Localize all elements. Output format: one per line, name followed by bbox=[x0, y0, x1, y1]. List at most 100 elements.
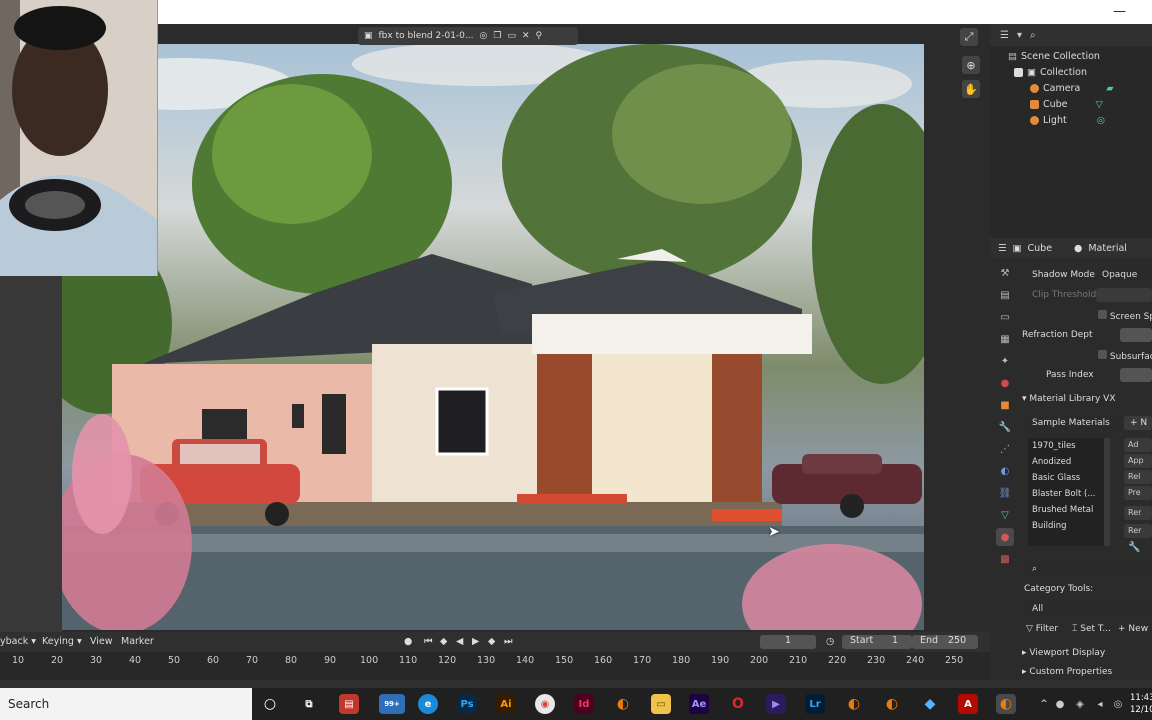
list-item[interactable]: Brushed Metal bbox=[1028, 502, 1104, 518]
acrobat-icon[interactable]: A bbox=[958, 694, 978, 714]
jump-start-icon[interactable]: ⏮ bbox=[424, 636, 433, 647]
filter-button[interactable]: ▽ Filter bbox=[1026, 624, 1058, 634]
pin-icon[interactable]: ⚲ bbox=[536, 31, 543, 41]
list-item[interactable]: Anodized bbox=[1028, 454, 1104, 470]
list-item[interactable]: Building bbox=[1028, 518, 1104, 534]
clock-icon[interactable]: ◷ bbox=[826, 636, 834, 647]
viewport-display-section[interactable]: ▸ Viewport Display bbox=[1022, 648, 1105, 658]
tool-tab-icon[interactable]: ⚒ bbox=[996, 264, 1014, 282]
play-icon[interactable]: ▶ bbox=[472, 636, 479, 647]
tab-material[interactable]: Material bbox=[1088, 243, 1127, 254]
checkbox-icon[interactable] bbox=[1098, 310, 1107, 319]
chrome-icon[interactable]: ◉ bbox=[535, 694, 555, 714]
modifier-tab-icon[interactable]: 🔧 bbox=[996, 418, 1014, 436]
network-icon[interactable]: ◎ bbox=[1108, 694, 1128, 714]
outliner-item-camera[interactable]: Camera ▰ bbox=[1030, 80, 1114, 96]
file-explorer-icon[interactable]: ▭ bbox=[651, 694, 671, 714]
duplicate-icon[interactable]: ❐ bbox=[493, 31, 501, 41]
clip-threshold-field[interactable] bbox=[1096, 288, 1152, 302]
object-tab-icon[interactable]: ■ bbox=[996, 396, 1014, 414]
subsurface-option[interactable]: Subsurface bbox=[1098, 350, 1152, 362]
shield-icon[interactable]: ◎ bbox=[480, 31, 488, 41]
texture-tab-icon[interactable]: ▩ bbox=[996, 550, 1014, 568]
minimize-icon[interactable]: — bbox=[1113, 4, 1126, 19]
view-layer-tab-icon[interactable]: ▦ bbox=[996, 330, 1014, 348]
apply-material-button[interactable]: App bbox=[1124, 454, 1152, 468]
blender-icon[interactable]: ◐ bbox=[882, 694, 902, 714]
start-frame-field[interactable]: Start 1 bbox=[842, 635, 912, 649]
list-item[interactable]: 1970_tiles bbox=[1028, 438, 1104, 454]
illustrator-icon[interactable]: Ai bbox=[496, 694, 516, 714]
shadow-mode-select[interactable]: Opaque bbox=[1096, 268, 1152, 282]
system-clock[interactable]: 11:43 12/10 bbox=[1130, 688, 1152, 720]
tray-app-icon[interactable]: ● bbox=[1050, 694, 1070, 714]
search-icon[interactable]: ⌕ bbox=[1030, 30, 1036, 41]
blender-icon[interactable]: ◐ bbox=[844, 694, 864, 714]
blender-active-icon[interactable]: ◐ bbox=[996, 694, 1016, 714]
list-scrollbar[interactable] bbox=[1104, 438, 1110, 546]
list-item[interactable]: Blaster Bolt (... bbox=[1028, 486, 1104, 502]
outliner-item-collection[interactable]: ▣ Collection bbox=[1014, 64, 1087, 80]
prev-keyframe-icon[interactable]: ◆ bbox=[440, 636, 447, 647]
set-tag-button[interactable]: ⌶ Set T... bbox=[1072, 624, 1111, 634]
data-tab-icon[interactable]: ▽ bbox=[996, 506, 1014, 524]
output-tab-icon[interactable]: ▭ bbox=[996, 308, 1014, 326]
edge-icon[interactable]: e bbox=[418, 694, 438, 714]
outliner-item-cube[interactable]: Cube ▽ bbox=[1030, 96, 1103, 112]
playback-menu[interactable]: yback ▾ bbox=[0, 636, 36, 647]
render-viewport[interactable]: ▣ fbx to blend 2-01-0... ◎ ❐ ▭ ✕ ⚲ ⤢ ⊕ ✋ bbox=[62, 24, 990, 632]
marker-menu[interactable]: Marker bbox=[121, 636, 154, 647]
add-library-button[interactable]: + N bbox=[1124, 416, 1152, 430]
end-frame-field[interactable]: End 250 bbox=[912, 635, 978, 649]
new-button[interactable]: + New bbox=[1118, 624, 1148, 634]
physics-tab-icon[interactable]: ◐ bbox=[996, 462, 1014, 480]
pass-index-field[interactable] bbox=[1120, 368, 1152, 382]
image-icon[interactable]: ▣ bbox=[364, 31, 373, 41]
filter-icon[interactable]: ▾ bbox=[1017, 30, 1022, 41]
current-frame-field[interactable]: 1 bbox=[760, 635, 816, 649]
after-effects-icon[interactable]: Ae bbox=[689, 694, 709, 714]
task-view-icon[interactable]: ⧉ bbox=[299, 694, 319, 714]
category-select[interactable]: All bbox=[1026, 602, 1152, 616]
render-tab-icon[interactable]: ▤ bbox=[996, 286, 1014, 304]
folder-icon[interactable]: ▭ bbox=[507, 31, 516, 41]
blender-icon[interactable]: ◐ bbox=[613, 694, 633, 714]
close-icon[interactable]: ✕ bbox=[522, 31, 530, 41]
zoom-icon[interactable]: ⊕ bbox=[962, 56, 980, 74]
rename-material-button[interactable]: Rer bbox=[1124, 506, 1152, 520]
preview-material-button[interactable]: Pre bbox=[1124, 486, 1152, 500]
particles-tab-icon[interactable]: ⋰ bbox=[996, 440, 1014, 458]
indesign-icon[interactable]: Id bbox=[574, 694, 594, 714]
view-menu-icon[interactable]: ⤢ bbox=[960, 28, 978, 46]
screen-space-option[interactable]: Screen Spa bbox=[1098, 310, 1152, 322]
outliner-root[interactable]: ▤ Scene Collection bbox=[1008, 48, 1100, 64]
constraints-tab-icon[interactable]: ⛓ bbox=[996, 484, 1014, 502]
custom-properties-section[interactable]: ▸ Custom Properties bbox=[1022, 667, 1112, 677]
play-reverse-icon[interactable]: ◀ bbox=[456, 636, 463, 647]
material-library-section[interactable]: ▾ Material Library VX bbox=[1022, 394, 1115, 404]
refraction-depth-field[interactable] bbox=[1120, 328, 1152, 342]
hand-icon[interactable]: ✋ bbox=[962, 80, 980, 98]
mail-icon[interactable]: 99+ bbox=[379, 694, 405, 714]
cortana-icon[interactable]: ○ bbox=[260, 694, 280, 714]
record-icon[interactable]: ● bbox=[404, 636, 412, 647]
scene-tab-icon[interactable]: ✦ bbox=[996, 352, 1014, 370]
next-keyframe-icon[interactable]: ◆ bbox=[488, 636, 495, 647]
checkbox-icon[interactable] bbox=[1014, 67, 1023, 77]
checkbox-icon[interactable] bbox=[1098, 350, 1107, 359]
list-item[interactable]: Basic Glass bbox=[1028, 470, 1104, 486]
opera-icon[interactable]: O bbox=[728, 694, 748, 714]
library-select[interactable]: Sample Materials bbox=[1026, 416, 1122, 430]
reload-material-button[interactable]: Rel bbox=[1124, 470, 1152, 484]
editor-type-icon[interactable]: ☰ bbox=[1000, 30, 1009, 41]
remove-material-button[interactable]: Rer bbox=[1124, 524, 1152, 538]
outliner-item-light[interactable]: Light ◎ bbox=[1030, 112, 1105, 128]
material-search-input[interactable]: ⌕ bbox=[1026, 562, 1152, 576]
material-tab-icon[interactable]: ● bbox=[996, 528, 1014, 546]
editor-type-icon[interactable]: ☰ bbox=[998, 243, 1007, 254]
shield-icon[interactable]: ◈ bbox=[1070, 694, 1090, 714]
image-name-field[interactable]: fbx to blend 2-01-0... bbox=[379, 31, 474, 41]
keying-menu[interactable]: Keying ▾ bbox=[42, 636, 82, 647]
jump-end-icon[interactable]: ⏭ bbox=[504, 636, 513, 647]
premiere-icon[interactable]: ▶ bbox=[766, 694, 786, 714]
